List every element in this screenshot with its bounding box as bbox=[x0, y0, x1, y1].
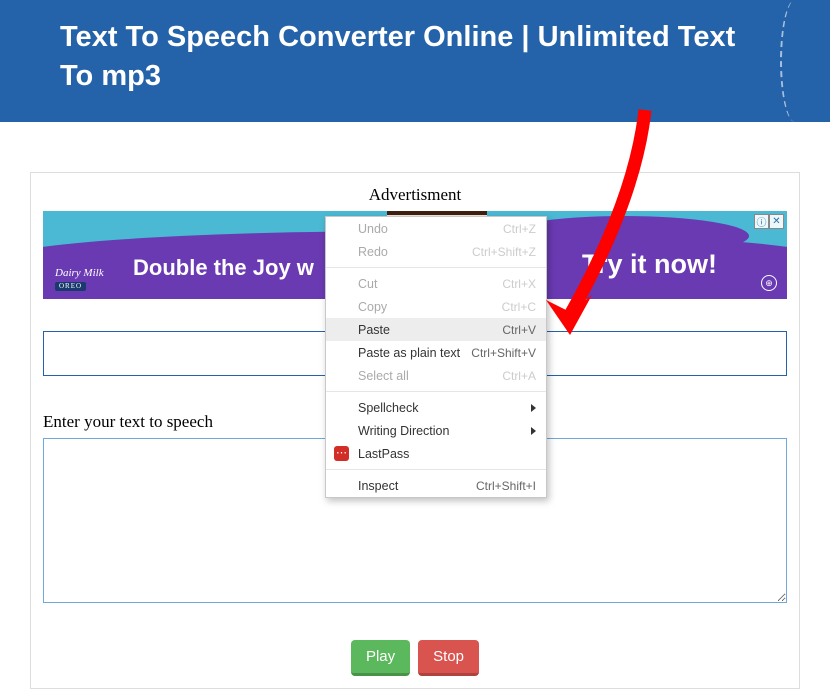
menu-item-shortcut: Ctrl+A bbox=[494, 369, 536, 383]
menu-item-label: Spellcheck bbox=[358, 401, 531, 415]
menu-item-cut: CutCtrl+X bbox=[326, 272, 546, 295]
ad-controls: ⓘ ✕ bbox=[754, 214, 784, 229]
menu-item-lastpass[interactable]: ⋯ LastPass bbox=[326, 442, 546, 465]
stop-button[interactable]: Stop bbox=[418, 640, 479, 676]
menu-item-label: Inspect bbox=[358, 479, 468, 493]
menu-item-shortcut: Ctrl+Shift+I bbox=[468, 479, 536, 493]
menu-item-shortcut: Ctrl+Z bbox=[495, 222, 536, 236]
menu-item-label: Cut bbox=[358, 277, 494, 291]
menu-item-label: Undo bbox=[358, 222, 495, 236]
chevron-right-icon bbox=[531, 427, 536, 435]
lastpass-icon: ⋯ bbox=[334, 446, 349, 461]
menu-separator bbox=[326, 267, 546, 268]
menu-item-inspect[interactable]: InspectCtrl+Shift+I bbox=[326, 474, 546, 497]
ad-close-icon[interactable]: ✕ bbox=[769, 214, 784, 229]
menu-item-shortcut: Ctrl+Shift+Z bbox=[464, 245, 536, 259]
menu-item-shortcut: Ctrl+X bbox=[494, 277, 536, 291]
menu-item-undo: UndoCtrl+Z bbox=[326, 217, 546, 240]
menu-item-shortcut: Ctrl+V bbox=[494, 323, 536, 337]
ad-brand-badge: OREO bbox=[55, 282, 86, 292]
menu-item-shortcut: Ctrl+C bbox=[494, 300, 536, 314]
menu-item-label: Paste as plain text bbox=[358, 346, 463, 360]
menu-item-shortcut: Ctrl+Shift+V bbox=[463, 346, 536, 360]
menu-item-paste[interactable]: PasteCtrl+V bbox=[326, 318, 546, 341]
ad-info-icon[interactable]: ⓘ bbox=[754, 214, 769, 229]
menu-item-writing-direction[interactable]: Writing Direction bbox=[326, 419, 546, 442]
page-header: Text To Speech Converter Online | Unlimi… bbox=[0, 0, 830, 122]
menu-item-copy: CopyCtrl+C bbox=[326, 295, 546, 318]
chevron-right-icon bbox=[531, 404, 536, 412]
ad-brand-text: Dairy Milk bbox=[55, 267, 104, 279]
ad-tagline: Double the Joy w bbox=[133, 255, 314, 281]
menu-item-redo: RedoCtrl+Shift+Z bbox=[326, 240, 546, 263]
ad-brand-logo: Dairy Milk OREO bbox=[55, 267, 104, 292]
menu-separator bbox=[326, 469, 546, 470]
menu-item-label: Select all bbox=[358, 369, 494, 383]
header-decoration bbox=[780, 0, 830, 122]
play-button[interactable]: Play bbox=[351, 640, 410, 676]
menu-item-paste-as-plain-text[interactable]: Paste as plain textCtrl+Shift+V bbox=[326, 341, 546, 364]
ad-cta-text: Try it now! bbox=[582, 249, 717, 280]
menu-item-label: LastPass bbox=[358, 447, 536, 461]
menu-item-label: Paste bbox=[358, 323, 494, 337]
menu-item-label: Redo bbox=[358, 245, 464, 259]
menu-item-spellcheck[interactable]: Spellcheck bbox=[326, 396, 546, 419]
menu-separator bbox=[326, 391, 546, 392]
context-menu[interactable]: UndoCtrl+ZRedoCtrl+Shift+ZCutCtrl+XCopyC… bbox=[325, 216, 547, 498]
ad-label: Advertisment bbox=[43, 185, 787, 205]
button-row: Play Stop bbox=[43, 640, 787, 676]
menu-item-label: Writing Direction bbox=[358, 424, 531, 438]
menu-item-label: Copy bbox=[358, 300, 494, 314]
page-title: Text To Speech Converter Online | Unlimi… bbox=[60, 18, 770, 96]
menu-item-select-all: Select allCtrl+A bbox=[326, 364, 546, 387]
